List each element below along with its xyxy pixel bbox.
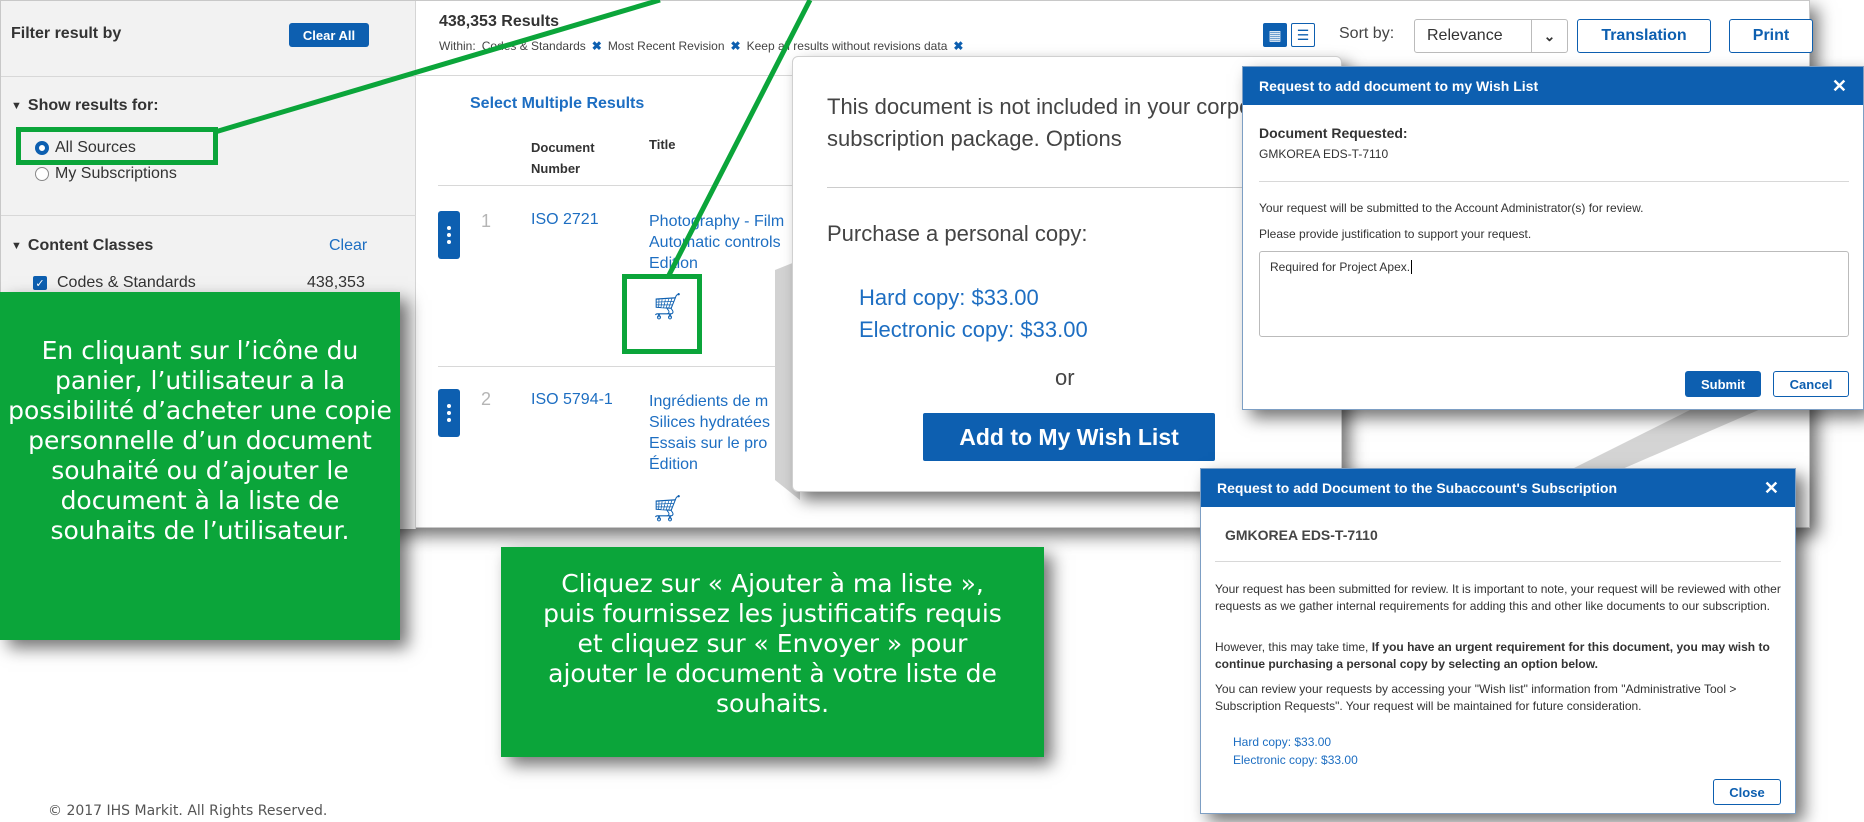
subaccount-doc-id: GMKOREA EDS-T-7110 [1225, 527, 1378, 543]
hard-copy-link[interactable]: Hard copy: $33.00 [859, 285, 1039, 311]
cancel-button[interactable]: Cancel [1773, 371, 1849, 397]
wishlist-instructions-callout: Cliquez sur « Ajouter à ma liste », puis… [501, 547, 1044, 757]
divider [1259, 181, 1849, 182]
all-sources-highlight [16, 127, 218, 165]
or-label: or [1055, 365, 1075, 390]
doc-requested-label: Document Requested: [1259, 125, 1408, 141]
submit-button[interactable]: Submit [1685, 371, 1761, 397]
divider [1215, 561, 1781, 562]
subaccount-dialog: Request to add Document to the Subaccoun… [1200, 468, 1796, 814]
review-info-text: Your request will be submitted to the Ac… [1259, 201, 1644, 215]
cart-highlight [622, 274, 702, 354]
urgent-notice: However, this may take time, If you have… [1215, 639, 1787, 673]
funnel-shape [1570, 405, 1770, 470]
wishlist-dialog-header: Request to add document to my Wish List … [1243, 67, 1863, 105]
subaccount-dialog-header: Request to add Document to the Subaccoun… [1201, 469, 1795, 507]
urgent-notice-prefix: However, this may take time, [1215, 640, 1372, 654]
justification-value: Required for Project Apex. [1270, 260, 1411, 274]
doc-requested-id: GMKOREA EDS-T-7110 [1259, 147, 1389, 161]
purchase-title: Purchase a personal copy: [827, 221, 1088, 246]
wishlist-dialog-title: Request to add document to my Wish List [1259, 78, 1539, 94]
subaccount-dialog-title: Request to add Document to the Subaccoun… [1217, 480, 1618, 496]
copyright-footer: © 2017 IHS Markit. All Rights Reserved. [48, 803, 328, 819]
electronic-copy-link[interactable]: Electronic copy: $33.00 [859, 317, 1088, 343]
close-button[interactable]: Close [1713, 779, 1781, 805]
callout-line [214, 0, 661, 135]
add-to-wishlist-button[interactable]: Add to My Wish List [923, 413, 1215, 461]
review-requests-notice: You can review your requests by accessin… [1215, 682, 1737, 713]
close-icon[interactable]: ✕ [1764, 478, 1779, 499]
justification-textarea[interactable]: Required for Project Apex. [1259, 251, 1849, 337]
justification-instructions: Please provide justification to support … [1259, 227, 1532, 241]
close-icon[interactable]: ✕ [1832, 76, 1847, 97]
electronic-copy-link[interactable]: Electronic copy: $33.00 [1233, 753, 1358, 767]
wishlist-dialog: Request to add document to my Wish List … [1242, 66, 1864, 410]
callout-line [665, 0, 813, 279]
submitted-notice: Your request has been submitted for revi… [1215, 582, 1781, 613]
cart-explanation-callout: En cliquant sur l’icône du panier, l’uti… [0, 292, 400, 640]
hard-copy-link[interactable]: Hard copy: $33.00 [1233, 735, 1331, 749]
